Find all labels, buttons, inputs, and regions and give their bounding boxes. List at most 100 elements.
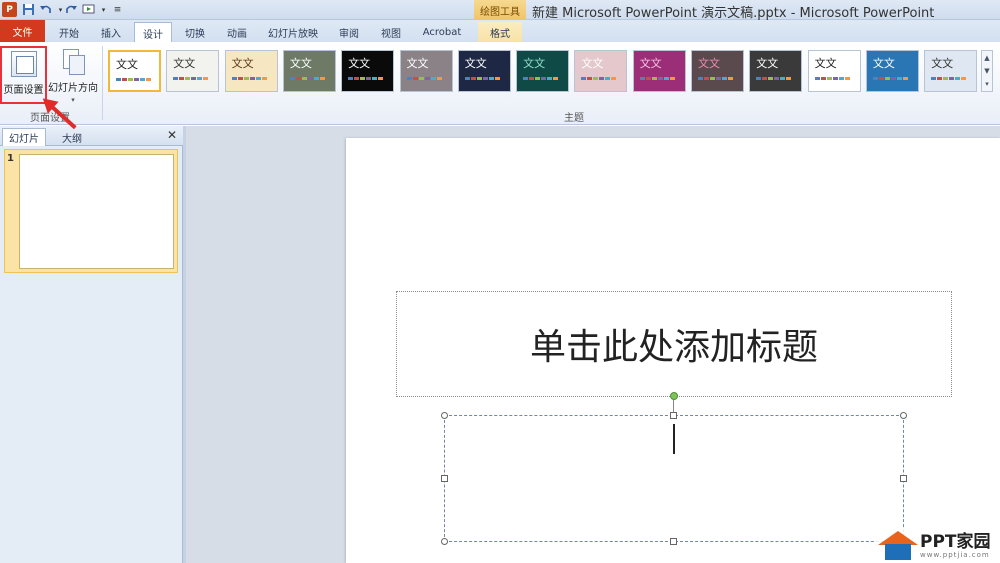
drawing-tools-context-label: 绘图工具: [474, 0, 526, 20]
theme-color-swatches: [459, 77, 510, 80]
slide-thumbnail-selected[interactable]: [4, 149, 178, 273]
theme-sample-text: 文文: [523, 57, 546, 70]
tab-file[interactable]: 文件: [0, 20, 45, 42]
theme-thumbnail[interactable]: 文文: [108, 50, 161, 92]
theme-thumbnail[interactable]: 文文: [224, 50, 278, 92]
undo-icon[interactable]: [38, 2, 53, 17]
theme-color-swatches: [925, 77, 976, 80]
theme-sample-text: 文文: [581, 57, 604, 70]
page-setup-button[interactable]: 页面设置: [0, 46, 47, 104]
theme-thumbnail[interactable]: 文文: [924, 50, 978, 92]
theme-sample-text: 文文: [231, 57, 254, 70]
theme-color-swatches: [517, 77, 568, 80]
title-bar: P ▾ ▾ ≡ 绘图工具 新建 Microsoft PowerPoint 演示文…: [0, 0, 1000, 21]
slide-number: 1: [7, 153, 14, 164]
tab-slideshow[interactable]: 幻灯片放映: [262, 22, 324, 42]
tab-review[interactable]: 审阅: [330, 22, 368, 42]
theme-sample-text: 文文: [814, 57, 837, 70]
watermark-name: PPT家园: [920, 531, 991, 552]
watermark: PPT家园 www.pptjia.com: [876, 528, 1000, 563]
page-setup-label: 页面设置: [3, 85, 44, 96]
ribbon-design: 页面设置 幻灯片方向 ▾ 页面设置 文文 文文 文文 文文 文文 文文 文文 文文 文文 文文 文文…: [0, 42, 1000, 125]
theme-color-swatches: [750, 77, 801, 80]
theme-sample-text: 文文: [406, 57, 429, 70]
theme-thumbnail[interactable]: 文文: [341, 50, 395, 92]
house-logo-icon: [876, 530, 920, 562]
theme-sample-text: 文文: [173, 57, 196, 70]
scroll-down-icon[interactable]: ▼: [984, 67, 989, 75]
theme-sample-text: 文文: [639, 57, 662, 70]
tab-format[interactable]: 格式: [478, 22, 522, 42]
theme-sample-text: 文文: [348, 57, 371, 70]
tab-transitions[interactable]: 切换: [176, 22, 214, 42]
chevron-down-icon: ▾: [71, 96, 75, 104]
tab-animations[interactable]: 动画: [218, 22, 256, 42]
customize-icon[interactable]: ▾: [96, 2, 111, 17]
theme-color-swatches: [284, 77, 335, 80]
ribbon-tab-row: 文件 开始 插入 设计 切换 动画 幻灯片放映 审阅 视图 Acrobat 格式: [0, 20, 1000, 43]
customize-toolbar-icon[interactable]: ≡: [110, 2, 125, 17]
tab-outline[interactable]: 大纲: [50, 128, 94, 146]
theme-color-swatches: [342, 77, 393, 80]
close-icon[interactable]: ✕: [167, 128, 177, 142]
redo-icon[interactable]: [64, 2, 79, 17]
page-setup-icon: [10, 51, 37, 77]
theme-thumbnail[interactable]: 文文: [632, 50, 686, 92]
resize-handle-top-right[interactable]: [900, 412, 907, 419]
slide-orientation-button[interactable]: 幻灯片方向 ▾: [48, 46, 98, 104]
slide-orientation-label: 幻灯片方向: [48, 83, 98, 94]
theme-thumbnail[interactable]: 文文: [691, 50, 744, 92]
resize-handle-top[interactable]: [670, 412, 677, 419]
theme-color-swatches: [867, 77, 918, 80]
tab-slides[interactable]: 幻灯片: [2, 128, 46, 146]
resize-handle-top-left[interactable]: [441, 412, 448, 419]
group-label-themes: 主题: [564, 113, 584, 124]
theme-sample-text: 文文: [289, 57, 312, 70]
text-cursor: [673, 424, 675, 454]
theme-sample-text: 文文: [756, 57, 779, 70]
theme-color-swatches: [575, 77, 626, 80]
theme-sample-text: 文文: [872, 57, 895, 70]
tab-acrobat[interactable]: Acrobat: [414, 22, 470, 42]
theme-color-swatches: [634, 77, 685, 80]
scroll-up-icon[interactable]: ▲: [984, 54, 989, 62]
theme-thumbnail[interactable]: 文文: [457, 50, 511, 92]
resize-handle-right[interactable]: [900, 475, 907, 482]
slide-thumbnail[interactable]: [19, 154, 174, 269]
theme-thumbnail[interactable]: 文文: [516, 50, 570, 92]
theme-thumbnail[interactable]: 文文: [166, 50, 220, 92]
theme-color-swatches: [401, 77, 452, 80]
slide-orientation-icon: [61, 49, 85, 75]
gallery-more-icon[interactable]: ▾: [985, 80, 989, 88]
theme-color-swatches: [809, 77, 860, 80]
resize-handle-bottom-left[interactable]: [441, 538, 448, 545]
tab-view[interactable]: 视图: [372, 22, 410, 42]
theme-color-swatches: [226, 77, 277, 80]
gallery-scroll[interactable]: ▲ ▼ ▾: [981, 50, 993, 92]
window-title: 新建 Microsoft PowerPoint 演示文稿.pptx - Micr…: [532, 6, 935, 21]
slideshow-icon[interactable]: [81, 2, 96, 17]
theme-thumbnail[interactable]: 文文: [399, 50, 453, 92]
theme-thumbnail[interactable]: 文文: [282, 50, 336, 92]
tab-home[interactable]: 开始: [50, 22, 88, 42]
slides-panel: 幻灯片 大纲 ✕ 1: [0, 126, 183, 563]
resize-handle-left[interactable]: [441, 475, 448, 482]
theme-thumbnail[interactable]: 文文: [865, 50, 919, 92]
theme-sample-text: 文文: [464, 57, 487, 70]
theme-thumbnail[interactable]: 文文: [574, 50, 628, 92]
theme-thumbnail[interactable]: 文文: [749, 50, 803, 92]
powerpoint-app-icon[interactable]: P: [2, 2, 17, 17]
panel-tabs: 幻灯片 大纲 ✕: [0, 126, 183, 146]
save-icon[interactable]: [21, 2, 36, 17]
rotate-handle[interactable]: [670, 392, 678, 400]
theme-sample-text: 文文: [116, 58, 138, 71]
group-divider: [102, 46, 103, 120]
tab-insert[interactable]: 插入: [92, 22, 130, 42]
tab-design[interactable]: 设计: [134, 22, 172, 43]
theme-color-swatches: [167, 77, 218, 80]
watermark-url: www.pptjia.com: [920, 550, 990, 559]
theme-sample-text: 文文: [931, 57, 954, 70]
title-placeholder[interactable]: 单击此处添加标题: [396, 291, 952, 397]
theme-thumbnail[interactable]: 文文: [807, 50, 861, 92]
resize-handle-bottom[interactable]: [670, 538, 677, 545]
